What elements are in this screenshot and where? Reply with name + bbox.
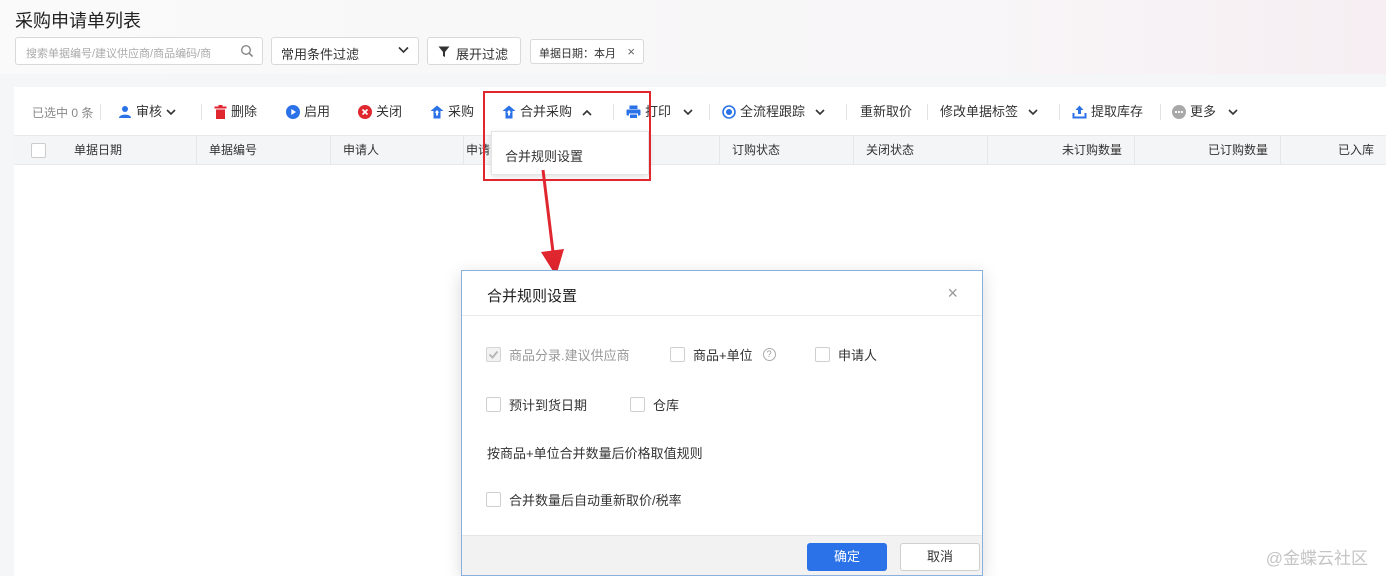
chevron-down-icon bbox=[166, 108, 176, 115]
column-header-bill-number[interactable]: 单据编号 bbox=[197, 136, 331, 164]
more-label: 更多 bbox=[1190, 104, 1217, 119]
checkbox-expected-date[interactable] bbox=[486, 397, 501, 412]
search-icon[interactable] bbox=[240, 44, 254, 58]
audit-button[interactable]: 审核 bbox=[118, 102, 176, 122]
upload-box-icon bbox=[430, 105, 444, 119]
selected-count: 已选中 0 条 bbox=[32, 106, 94, 120]
price-rule-heading: 按商品+单位合并数量后价格取值规则 bbox=[487, 446, 703, 461]
chevron-down-icon bbox=[398, 46, 409, 54]
chevron-down-icon bbox=[1028, 108, 1038, 115]
more-button[interactable]: 更多 bbox=[1172, 102, 1238, 122]
watermark: @金蝶云社区 bbox=[1265, 549, 1368, 568]
page-header: 采购申请单列表 搜索单据编号/建议供应商/商品编码/商 常用条件过滤 展开过滤 … bbox=[0, 0, 1386, 74]
close-order-label: 关闭 bbox=[376, 104, 403, 119]
option-warehouse[interactable]: 仓库 bbox=[630, 395, 679, 414]
merge-rule-dialog: 合并规则设置 × 商品分录.建议供应商 商品+单位 ? 申请人 预计到货日期 仓… bbox=[461, 270, 983, 576]
option-expected-date[interactable]: 预计到货日期 bbox=[486, 395, 587, 414]
toolbar-divider bbox=[846, 104, 847, 120]
option-auto-reprice-label: 合并数量后自动重新取价/税率 bbox=[509, 493, 682, 508]
expand-filter-button[interactable]: 展开过滤 bbox=[427, 37, 521, 65]
page-title: 采购申请单列表 bbox=[15, 11, 141, 31]
toolbar-divider bbox=[201, 104, 202, 120]
more-dots-icon bbox=[1172, 105, 1186, 119]
delete-button[interactable]: 删除 bbox=[214, 102, 257, 122]
column-header-date[interactable]: 单据日期 bbox=[62, 136, 197, 164]
option-supplier-label: 商品分录.建议供应商 bbox=[509, 348, 630, 363]
full-trace-button[interactable]: 全流程跟踪 bbox=[722, 102, 825, 122]
table-header: 单据日期 单据编号 申请人 申请 订购状态 关闭状态 未订购数量 已订购数量 已… bbox=[14, 135, 1386, 165]
option-supplier[interactable]: 商品分录.建议供应商 bbox=[486, 345, 630, 364]
close-icon[interactable]: × bbox=[627, 44, 635, 59]
upload-tray-icon bbox=[1072, 105, 1087, 119]
common-filter-select[interactable]: 常用条件过滤 bbox=[271, 37, 419, 65]
fetch-stock-button[interactable]: 提取库存 bbox=[1072, 102, 1143, 122]
expand-filter-label: 展开过滤 bbox=[456, 47, 509, 62]
checkbox-auto-reprice[interactable] bbox=[486, 492, 501, 507]
enable-button[interactable]: 启用 bbox=[286, 102, 330, 122]
dialog-title: 合并规则设置 bbox=[487, 288, 578, 305]
dialog-footer: 确定 取消 bbox=[462, 535, 982, 575]
column-header-applicant[interactable]: 申请人 bbox=[331, 136, 464, 164]
checkbox-supplier[interactable] bbox=[486, 347, 501, 362]
option-product-unit-label: 商品+单位 bbox=[693, 348, 753, 363]
search-placeholder: 搜索单据编号/建议供应商/商品编码/商 bbox=[26, 48, 212, 60]
toolbar-divider bbox=[709, 104, 710, 120]
filter-icon bbox=[438, 46, 450, 57]
toolbar-divider bbox=[1059, 104, 1060, 120]
trash-icon bbox=[214, 105, 227, 119]
toolbar-divider bbox=[1160, 104, 1161, 120]
toolbar: 已选中 0 条 审核 删除 启用 关闭 采购 合并采购 打印 全流程跟踪 重新取… bbox=[14, 87, 1386, 135]
help-icon[interactable]: ? bbox=[762, 348, 776, 361]
column-header-unordered-qty[interactable]: 未订购数量 bbox=[988, 136, 1135, 164]
toolbar-divider bbox=[100, 104, 101, 120]
audit-label: 审核 bbox=[136, 104, 163, 119]
purchase-button[interactable]: 采购 bbox=[430, 102, 474, 122]
chevron-down-icon bbox=[683, 108, 693, 115]
checkbox-product-unit[interactable] bbox=[670, 347, 685, 362]
option-warehouse-label: 仓库 bbox=[653, 398, 680, 413]
option-product-unit[interactable]: 商品+单位 ? bbox=[670, 345, 776, 364]
option-auto-reprice[interactable]: 合并数量后自动重新取价/税率 bbox=[486, 490, 682, 509]
reprice-label: 重新取价 bbox=[860, 104, 913, 119]
edit-tags-label: 修改单据标签 bbox=[940, 104, 1019, 119]
confirm-button[interactable]: 确定 bbox=[807, 543, 887, 571]
enable-label: 启用 bbox=[304, 104, 331, 119]
target-icon bbox=[722, 105, 736, 119]
select-all-checkbox[interactable] bbox=[31, 143, 46, 158]
filter-chip-label: 单据日期：本月 bbox=[539, 48, 616, 60]
fetch-stock-label: 提取库存 bbox=[1091, 104, 1144, 119]
dialog-divider bbox=[462, 315, 982, 316]
column-header-stocked[interactable]: 已入库 bbox=[1281, 136, 1386, 164]
checkbox-warehouse[interactable] bbox=[630, 397, 645, 412]
close-circle-icon bbox=[358, 105, 372, 119]
close-order-button[interactable]: 关闭 bbox=[358, 102, 402, 122]
option-applicant[interactable]: 申请人 bbox=[815, 345, 877, 364]
reprice-button[interactable]: 重新取价 bbox=[860, 102, 912, 122]
column-header-ordered-qty[interactable]: 已订购数量 bbox=[1135, 136, 1281, 164]
close-icon[interactable]: × bbox=[947, 283, 958, 304]
option-applicant-label: 申请人 bbox=[838, 348, 878, 363]
search-input[interactable]: 搜索单据编号/建议供应商/商品编码/商 bbox=[15, 37, 263, 65]
toolbar-divider bbox=[927, 104, 928, 120]
play-icon bbox=[286, 105, 300, 119]
option-expected-date-label: 预计到货日期 bbox=[509, 398, 588, 413]
purchase-label: 采购 bbox=[448, 104, 475, 119]
cancel-button[interactable]: 取消 bbox=[900, 543, 980, 571]
checkbox-applicant[interactable] bbox=[815, 347, 830, 362]
common-filter-value: 常用条件过滤 bbox=[281, 47, 360, 62]
column-header-order-status[interactable]: 订购状态 bbox=[720, 136, 854, 164]
user-icon bbox=[119, 106, 131, 118]
filter-chip-date: 单据日期：本月 × bbox=[530, 39, 644, 64]
chevron-down-icon bbox=[1228, 108, 1238, 115]
highlight-box bbox=[483, 91, 651, 181]
delete-label: 删除 bbox=[231, 104, 258, 119]
check-icon bbox=[488, 350, 499, 359]
column-header-close-status[interactable]: 关闭状态 bbox=[854, 136, 988, 164]
chevron-down-icon bbox=[815, 108, 825, 115]
full-trace-label: 全流程跟踪 bbox=[740, 104, 806, 119]
edit-tags-button[interactable]: 修改单据标签 bbox=[940, 102, 1038, 122]
